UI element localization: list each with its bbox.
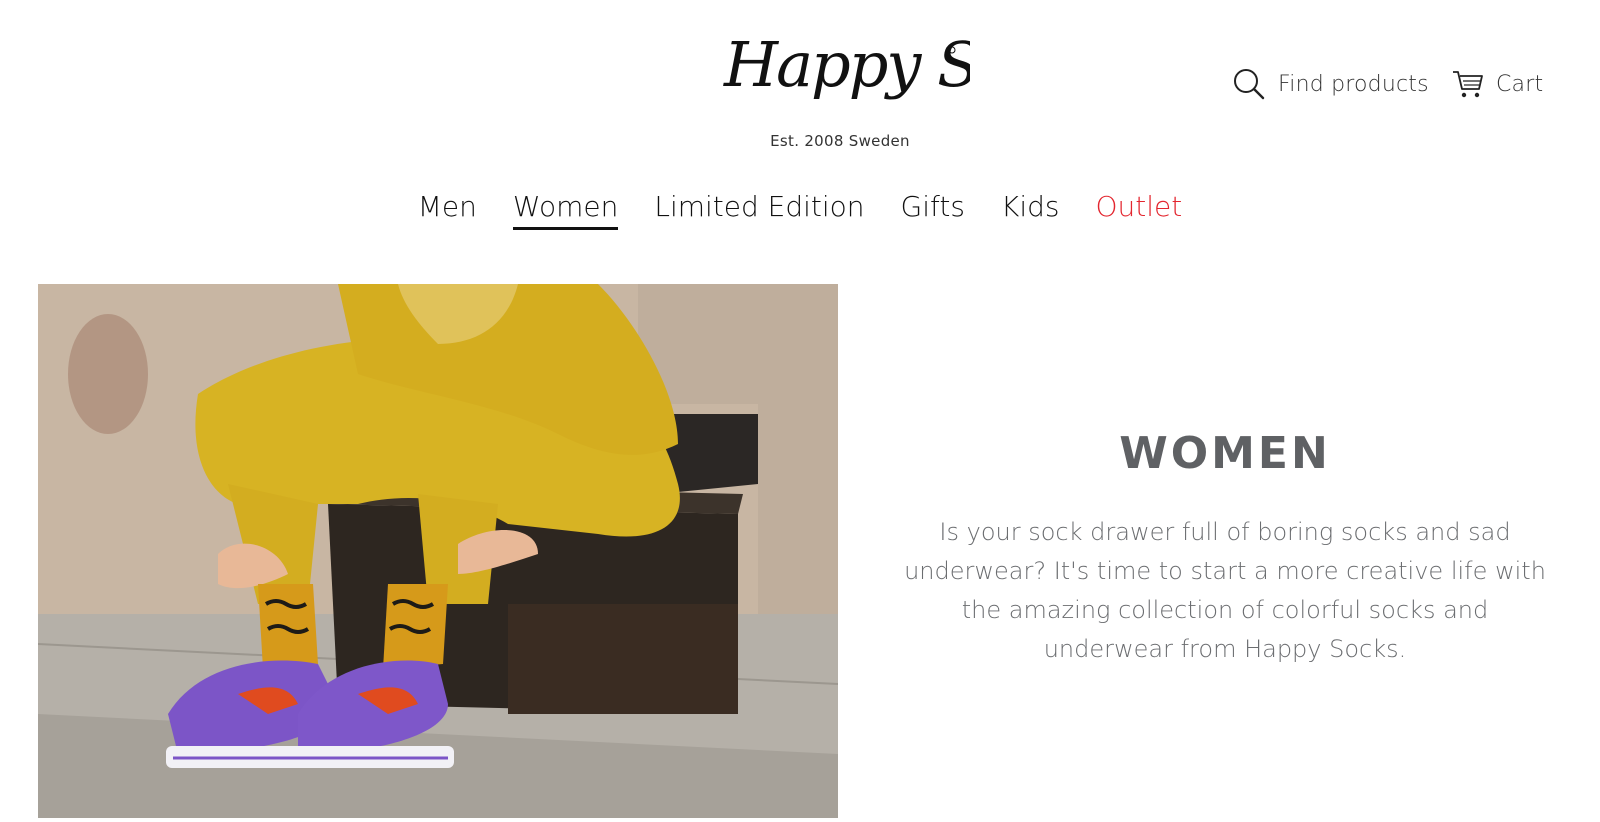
search-icon <box>1232 67 1266 101</box>
nav-item-women[interactable]: Women <box>512 190 619 230</box>
brand-logo[interactable]: Happy Socks <box>720 8 1113 118</box>
happy-socks-logo-icon: Happy Socks <box>723 28 1113 101</box>
category-description: Is your sock drawer full of boring socks… <box>904 518 1546 663</box>
nav-item-gifts[interactable]: Gifts <box>901 190 965 229</box>
hero-image <box>38 284 838 818</box>
cart-icon <box>1452 69 1484 99</box>
cart-button[interactable]: Cart <box>1452 66 1543 102</box>
find-products-button[interactable]: Find products <box>1232 66 1429 102</box>
category-title: WOMEN <box>1119 428 1331 479</box>
find-products-label: Find products <box>1278 71 1429 97</box>
main-nav: Men Women Limited Edition Gifts Kids Out… <box>0 190 1600 230</box>
category-intro: WOMEN Is your sock drawer full of boring… <box>900 428 1550 669</box>
svg-text:Happy Socks: Happy Socks <box>723 28 970 101</box>
brand-tagline: Est. 2008 Sweden <box>770 132 910 150</box>
nav-item-limited-edition[interactable]: Limited Edition <box>654 190 864 229</box>
nav-item-kids[interactable]: Kids <box>1001 190 1060 229</box>
cart-label: Cart <box>1496 71 1544 97</box>
nav-item-men[interactable]: Men <box>418 190 477 229</box>
nav-item-outlet[interactable]: Outlet <box>1095 190 1182 229</box>
